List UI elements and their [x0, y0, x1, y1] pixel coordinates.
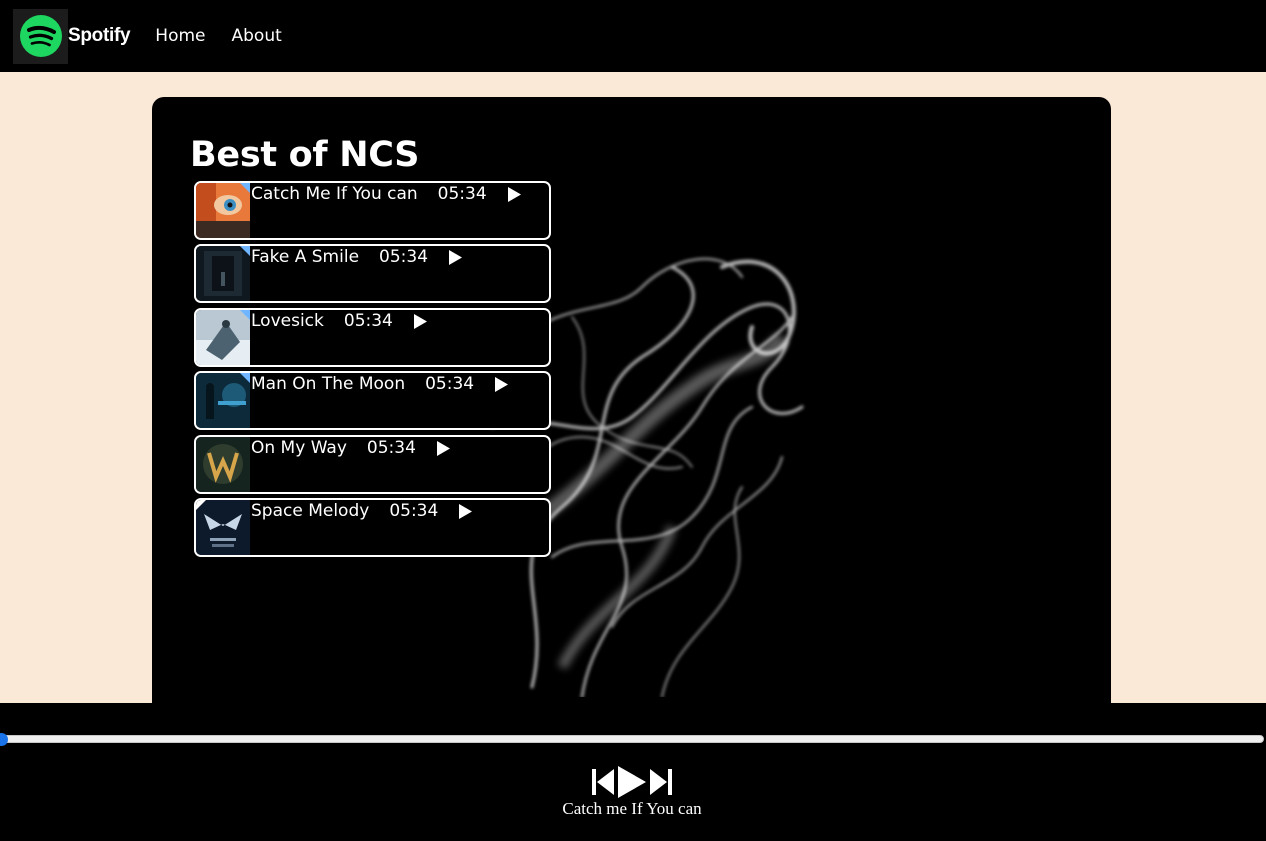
navbar: Spotify Home About [0, 0, 1266, 72]
song-item[interactable]: Catch Me If You can 05:34 [194, 181, 551, 240]
play-icon[interactable] [447, 249, 463, 266]
song-cover-image [196, 499, 250, 555]
playlist-title: Best of NCS [190, 135, 420, 175]
song-name: Catch Me If You can [251, 184, 418, 204]
play-icon[interactable] [412, 313, 428, 330]
play-icon[interactable] [506, 186, 522, 203]
next-icon[interactable] [649, 768, 673, 800]
nav-link-home[interactable]: Home [155, 26, 205, 46]
song-duration: 05:34 [425, 374, 475, 395]
song-duration: 05:34 [437, 184, 487, 204]
progress-bar[interactable] [0, 733, 1264, 746]
song-duration: 05:34 [389, 500, 439, 521]
song-cover-image [196, 183, 250, 238]
song-duration: 05:34 [343, 310, 393, 331]
play-pause-icon[interactable] [617, 765, 647, 803]
play-icon[interactable] [435, 440, 451, 457]
song-item[interactable]: Man On The Moon 05:34 [194, 371, 551, 431]
song-cover-image [196, 309, 250, 365]
now-playing-title: Catch me If You can [562, 799, 702, 818]
brand[interactable]: Spotify [13, 8, 131, 64]
song-name: Man On The Moon [251, 374, 406, 395]
song-duration: 05:34 [379, 247, 429, 268]
previous-icon[interactable] [591, 768, 615, 800]
player-bar: Catch me If You can [0, 703, 1266, 841]
play-icon[interactable] [493, 376, 509, 393]
song-name: Lovesick [251, 310, 324, 331]
song-name: On My Way [251, 437, 347, 458]
brand-name: Spotify [68, 25, 131, 46]
song-item[interactable]: Fake A Smile 05:34 [194, 244, 551, 304]
play-icon[interactable] [457, 503, 473, 520]
song-item[interactable]: Space Melody 05:34 [194, 497, 551, 557]
song-name: Space Melody [251, 500, 370, 521]
player-controls [591, 765, 673, 803]
spotify-logo-icon[interactable] [13, 8, 68, 64]
progress-thumb[interactable] [0, 733, 8, 746]
playlist-container: Best of NCS Catch Me If You can 05:34 Fa… [152, 97, 1111, 717]
song-name: Fake A Smile [251, 247, 360, 268]
song-cover-image [196, 246, 250, 302]
nav-link-about[interactable]: About [232, 26, 282, 46]
song-item[interactable]: On My Way 05:34 [194, 434, 551, 494]
song-cover-image [196, 436, 250, 492]
song-item[interactable]: Lovesick 05:34 [194, 307, 551, 367]
song-list: Catch Me If You can 05:34 Fake A Smile 0… [194, 181, 551, 561]
song-cover-image [196, 373, 250, 429]
song-duration: 05:34 [366, 437, 416, 458]
